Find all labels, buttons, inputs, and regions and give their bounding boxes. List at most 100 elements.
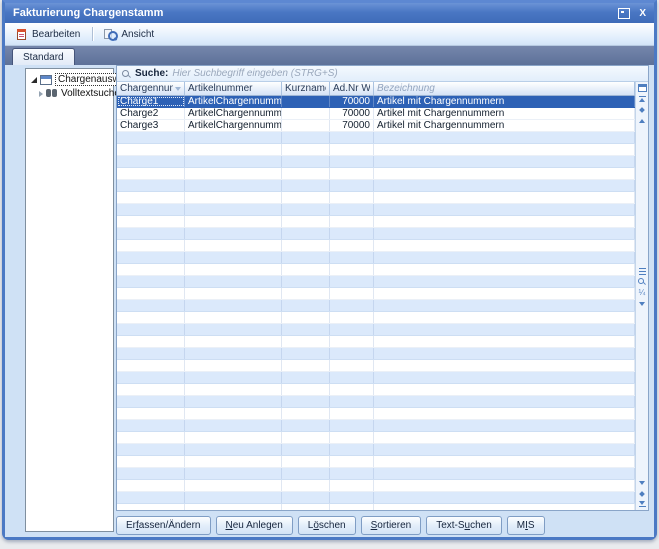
table-row-empty[interactable] xyxy=(117,216,635,228)
table-row-empty[interactable] xyxy=(117,240,635,252)
table-row-empty[interactable] xyxy=(117,420,635,432)
table-cell xyxy=(330,168,374,179)
table-cell xyxy=(117,168,185,179)
mis-button[interactable]: MIS xyxy=(507,516,545,535)
scroll-to-bottom-button[interactable] xyxy=(636,499,648,510)
tab-standard[interactable]: Standard xyxy=(12,48,75,65)
table-cell: Artikel mit Chargennummern xyxy=(374,96,635,107)
search-bar[interactable]: Suche: Hier Suchbegriff eingeben (STRG+S… xyxy=(117,66,648,82)
tree-item-volltextsuche[interactable]: Volltextsuche xyxy=(26,87,113,100)
column-chooser-button[interactable] xyxy=(636,82,648,93)
view-button[interactable]: Ansicht xyxy=(98,25,162,44)
table-row-empty[interactable] xyxy=(117,444,635,456)
table-row-empty[interactable] xyxy=(117,396,635,408)
table-row-empty[interactable] xyxy=(117,204,635,216)
table-cell xyxy=(330,468,374,479)
table-row-empty[interactable] xyxy=(117,276,635,288)
erfassen-aendern-button[interactable]: Erfassen/Ändern xyxy=(116,516,211,535)
neu-anlegen-button[interactable]: Neu Anlegen xyxy=(216,516,293,535)
table-row-empty[interactable] xyxy=(117,144,635,156)
table-row-empty[interactable] xyxy=(117,384,635,396)
sortieren-button[interactable]: Sortieren xyxy=(361,516,422,535)
table-cell xyxy=(374,372,635,383)
table-cell xyxy=(117,252,185,263)
table-cell xyxy=(185,324,282,335)
edit-button[interactable]: Bearbeiten xyxy=(10,25,88,44)
table-cell xyxy=(330,300,374,311)
table-cell xyxy=(117,480,185,491)
table-cell xyxy=(330,336,374,347)
table-row-empty[interactable] xyxy=(117,336,635,348)
table-cell xyxy=(185,276,282,287)
table-row-empty[interactable] xyxy=(117,324,635,336)
table-row-empty[interactable] xyxy=(117,264,635,276)
tree-panel: Chargenauswahl Volltextsuche xyxy=(25,68,114,532)
marker-button[interactable] xyxy=(636,299,648,310)
table-cell xyxy=(330,156,374,167)
text-suchen-button[interactable]: Text-Suchen xyxy=(426,516,502,535)
table-row-empty[interactable] xyxy=(117,348,635,360)
table-row[interactable]: Charge2ArtikelChargennumme70000Artikel m… xyxy=(117,108,635,120)
collapsed-arrow-icon[interactable] xyxy=(39,91,43,97)
scroll-up-button[interactable] xyxy=(636,115,648,126)
table-cell xyxy=(282,408,330,419)
grid-header-row: Chargennummer Artikelnummer Kurzname Ad.… xyxy=(117,82,635,96)
table-row-empty[interactable] xyxy=(117,504,635,510)
column-header-kurzname[interactable]: Kurzname xyxy=(282,82,330,95)
table-row-empty[interactable] xyxy=(117,456,635,468)
jump-up-button[interactable] xyxy=(636,104,648,115)
table-row-empty[interactable] xyxy=(117,408,635,420)
jump-down-button[interactable] xyxy=(636,488,648,499)
restore-icon[interactable] xyxy=(618,8,630,19)
table-cell xyxy=(282,144,330,155)
table-cell xyxy=(282,396,330,407)
table-row[interactable]: Charge1ArtikelChargennumme70000Artikel m… xyxy=(117,96,635,108)
row-lines-button[interactable] xyxy=(636,266,648,277)
table-row-empty[interactable] xyxy=(117,132,635,144)
column-header-artikelnummer[interactable]: Artikelnummer xyxy=(185,82,282,95)
table-row-empty[interactable] xyxy=(117,288,635,300)
search-input[interactable]: Hier Suchbegriff eingeben (STRG+S) xyxy=(172,68,337,79)
table-row-empty[interactable] xyxy=(117,372,635,384)
table-cell xyxy=(185,180,282,191)
table-row-empty[interactable] xyxy=(117,480,635,492)
magnifier-document-icon xyxy=(103,28,117,41)
table-row-empty[interactable] xyxy=(117,252,635,264)
column-header-chargennummer[interactable]: Chargennummer xyxy=(117,82,185,95)
table-row-empty[interactable] xyxy=(117,300,635,312)
table-row[interactable]: Charge3ArtikelChargennumme70000Artikel m… xyxy=(117,120,635,132)
table-cell xyxy=(117,444,185,455)
table-cell xyxy=(374,180,635,191)
grid-zone: Chargennummer Artikelnummer Kurzname Ad.… xyxy=(117,82,648,510)
table-cell xyxy=(185,360,282,371)
tree-item-chargenauswahl[interactable]: Chargenauswahl xyxy=(26,72,113,87)
column-header-adnr-we[interactable]: Ad.Nr WE xyxy=(330,82,374,95)
table-cell xyxy=(117,228,185,239)
window-title: Fakturierung Chargenstamm xyxy=(13,7,163,19)
table-cell xyxy=(117,336,185,347)
table-row-empty[interactable] xyxy=(117,468,635,480)
form-window-icon xyxy=(40,75,52,85)
table-cell xyxy=(185,396,282,407)
fraction-button[interactable]: ¼ xyxy=(636,288,648,299)
table-cell xyxy=(330,192,374,203)
table-cell xyxy=(117,216,185,227)
expanded-arrow-icon[interactable] xyxy=(31,77,37,83)
table-row-empty[interactable] xyxy=(117,156,635,168)
table-row-empty[interactable] xyxy=(117,360,635,372)
zoom-button[interactable] xyxy=(636,277,648,288)
loeschen-button[interactable]: Löschen xyxy=(298,516,356,535)
column-header-bezeichnung[interactable]: Bezeichnung xyxy=(374,82,635,95)
table-row-empty[interactable] xyxy=(117,168,635,180)
table-cell xyxy=(185,456,282,467)
table-row-empty[interactable] xyxy=(117,192,635,204)
table-row-empty[interactable] xyxy=(117,492,635,504)
table-cell xyxy=(374,132,635,143)
scroll-down-button[interactable] xyxy=(636,477,648,488)
table-row-empty[interactable] xyxy=(117,180,635,192)
close-icon[interactable]: X xyxy=(639,9,646,18)
scroll-to-top-button[interactable] xyxy=(636,93,648,104)
table-row-empty[interactable] xyxy=(117,312,635,324)
table-row-empty[interactable] xyxy=(117,228,635,240)
table-row-empty[interactable] xyxy=(117,432,635,444)
